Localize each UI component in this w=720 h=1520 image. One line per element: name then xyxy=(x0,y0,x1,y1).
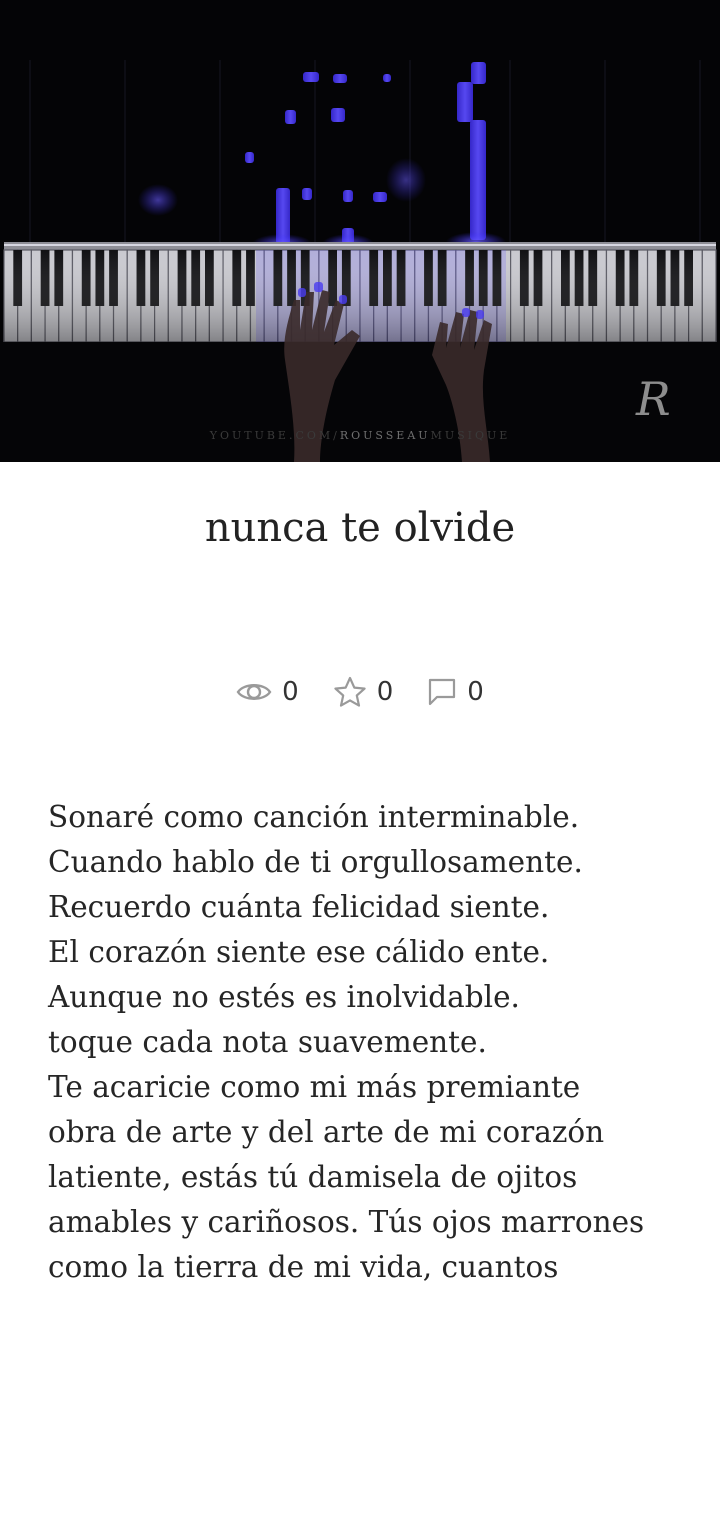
piano-illustration xyxy=(0,60,720,462)
post-stats: 0 0 0 xyxy=(0,676,720,708)
body-line: Cuando hablo de ti orgullosamente. xyxy=(48,845,583,879)
body-line: como la tierra de mi vida, cuantos xyxy=(48,1250,559,1284)
channel-logo: R xyxy=(636,372,671,426)
comments-count: 0 xyxy=(467,677,484,707)
views-stat: 0 xyxy=(236,677,299,707)
body-line: Sonaré como canción interminable. xyxy=(48,800,580,834)
comments-stat[interactable]: 0 xyxy=(427,677,484,707)
body-line: toque cada nota suavemente. xyxy=(48,1025,487,1059)
views-count: 0 xyxy=(282,677,299,707)
body-line: Recuerdo cuánta felicidad siente. xyxy=(48,890,550,924)
body-line: Te acaricie como mi más premiante xyxy=(48,1070,581,1104)
cover-image: YOUTUBE.COM/ROUSSEAUMUSIQUE R xyxy=(0,0,720,462)
star-icon[interactable] xyxy=(333,676,367,708)
body-line: amables y cariñosos. Tús ojos marrones xyxy=(48,1205,645,1239)
eye-icon xyxy=(236,679,272,705)
body-line: El corazón siente ese cálido ente. xyxy=(48,935,550,969)
body-line: obra de arte y del arte de mi corazón xyxy=(48,1115,605,1149)
comment-icon[interactable] xyxy=(427,677,457,707)
post-body: Sonaré como canción interminable. Cuando… xyxy=(48,795,688,1290)
body-line: Aunque no estés es inolvidable. xyxy=(48,980,520,1014)
stars-count: 0 xyxy=(376,677,394,707)
body-line: latiente, estás tú damisela de ojitos xyxy=(48,1160,578,1194)
post-title: nunca te olvide xyxy=(204,505,516,551)
channel-watermark: YOUTUBE.COM/ROUSSEAUMUSIQUE xyxy=(209,429,511,442)
stars-stat[interactable]: 0 xyxy=(333,676,394,708)
